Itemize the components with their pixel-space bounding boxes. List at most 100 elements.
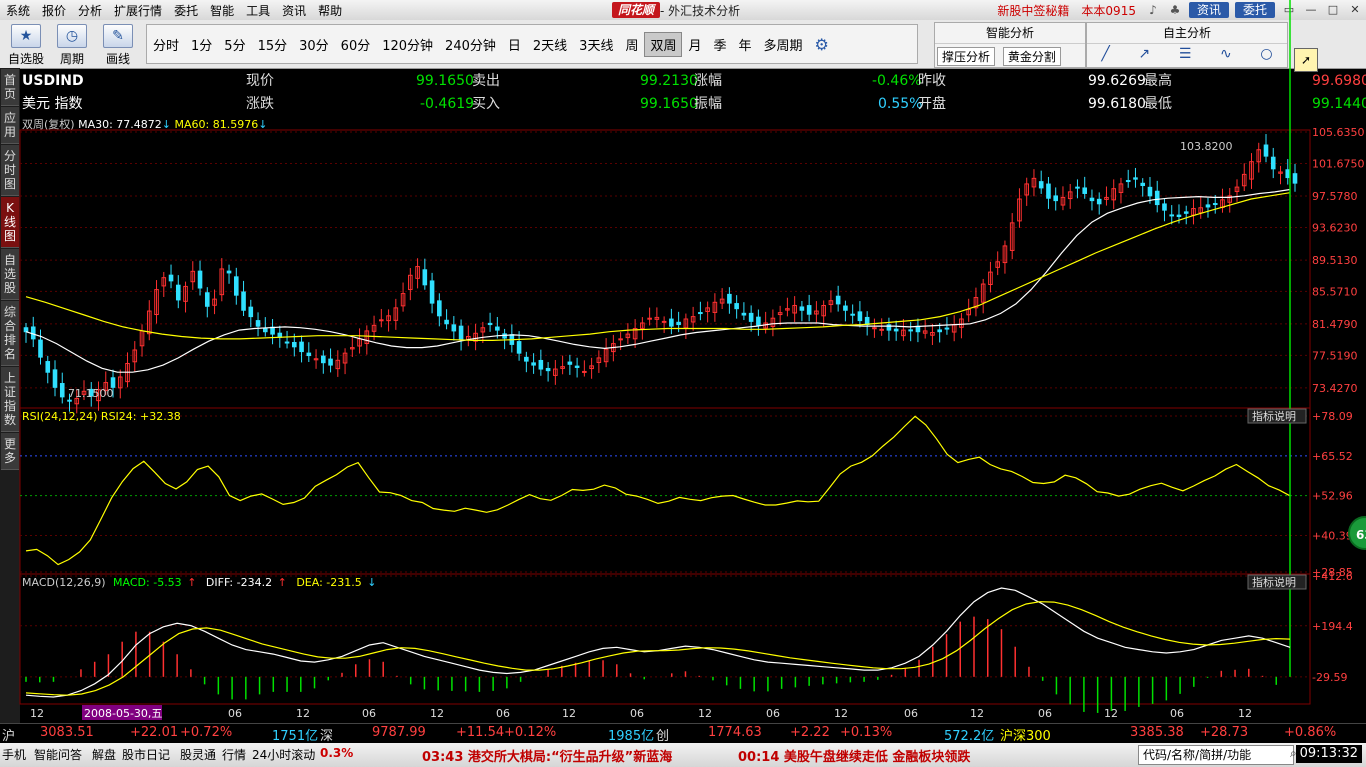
candle-body <box>806 305 812 315</box>
time-tick: 12 <box>562 707 576 720</box>
stock-link[interactable]: 股灵通 <box>180 746 216 763</box>
candle-body <box>197 270 203 289</box>
macd-panel-frame <box>19 573 1311 705</box>
macd-legend: MACD(12,26,9) MACD: -5.53 ↑ DIFF: -234.2… <box>22 576 376 589</box>
diff-value: DIFF: -234.2 <box>206 576 272 589</box>
candle-body <box>233 276 239 296</box>
candle-body <box>458 325 464 341</box>
candle-body <box>741 312 747 316</box>
macd-value: MACD: -5.53 <box>113 576 182 589</box>
candle-body <box>52 369 58 388</box>
time-tick: 06 <box>630 707 644 720</box>
candle-body <box>168 274 174 282</box>
candle-body <box>306 352 312 357</box>
candle-body <box>328 358 333 366</box>
time-tick: 06 <box>1170 707 1184 720</box>
sh-value: 3083.51 <box>40 725 94 740</box>
candle-body <box>944 327 950 330</box>
candle-body <box>937 329 942 333</box>
time-tick: 12 <box>1104 707 1118 720</box>
candle-body <box>321 355 326 364</box>
candle-body <box>204 292 210 307</box>
sh-change: +22.01 <box>130 725 179 740</box>
ma30-line <box>25 188 1291 373</box>
sz-value: 9787.99 <box>372 725 426 740</box>
candle-body <box>1162 203 1167 211</box>
price-tick: 97.5780 <box>1312 190 1358 203</box>
dea-line <box>25 601 1291 696</box>
sh-volume: 1751亿 <box>272 729 319 744</box>
candle-body <box>110 377 116 388</box>
candle-body <box>1075 186 1080 189</box>
quote-link[interactable]: 行情 <box>222 746 246 763</box>
grid-lines <box>20 131 1310 678</box>
candle-body <box>850 313 855 316</box>
sz-change: +11.54 <box>456 725 505 740</box>
candle-body <box>843 305 848 311</box>
candle-body <box>437 300 442 317</box>
candle-body <box>574 365 580 368</box>
candle-body <box>248 306 254 318</box>
price-tick: 73.4270 <box>1312 382 1358 395</box>
candle-body <box>495 326 500 331</box>
news-ticker-1[interactable]: 03:43 港交所大棋局:“衍生品升级”新蓝海 <box>422 746 672 765</box>
smart-qa-link[interactable]: 智能问答 <box>34 746 82 763</box>
live-link[interactable]: 24小时滚动 <box>252 746 315 763</box>
candle-body <box>545 367 551 372</box>
clock: 09:13:32 <box>1295 745 1362 763</box>
cy-volume: 572.2亿 <box>944 729 995 744</box>
price-tick: 81.4790 <box>1312 318 1358 331</box>
candle-body <box>45 361 51 373</box>
candle-body <box>270 326 275 335</box>
time-tick: 06 <box>904 707 918 720</box>
candle-body <box>1154 190 1160 206</box>
candle-body <box>1183 211 1189 214</box>
candlesticks <box>23 134 1298 414</box>
mobile-link[interactable]: 手机 <box>2 746 26 763</box>
candle-body <box>422 269 428 286</box>
time-tick: 06 <box>362 707 376 720</box>
time-tick: 06 <box>766 707 780 720</box>
candle-body <box>727 293 732 304</box>
candle-body <box>872 327 877 330</box>
rsi-help-label[interactable]: 指标说明 <box>1252 409 1296 423</box>
candle-body <box>538 359 544 370</box>
time-tick: 12 <box>1238 707 1252 720</box>
hs300-value: 3385.38 <box>1130 725 1184 740</box>
rsi-lines <box>25 415 1291 566</box>
candle-body <box>698 312 703 315</box>
candle-body <box>1133 177 1138 180</box>
candle-body <box>23 327 29 333</box>
candle-body <box>444 319 449 325</box>
candle-body <box>669 318 674 327</box>
cy-value: 1774.63 <box>708 725 762 740</box>
candle-body <box>1292 173 1298 184</box>
time-tick: 06 <box>1038 707 1052 720</box>
candle-body <box>1096 198 1102 205</box>
bottom-bar: 手机 智能问答 解盘 股市日记 股灵通 行情 24小时滚动 0.3% 03:43… <box>0 743 1366 767</box>
chart-area[interactable]: 105.6350 101.6750 97.5780 93.6230 89.5130 85.… <box>0 0 1366 723</box>
candle-body <box>59 383 65 398</box>
diary-link[interactable]: 股市日记 <box>122 746 170 763</box>
news-ticker-2[interactable]: 00:14 美股午盘继续走低 金融板块领跌 <box>738 746 970 765</box>
candle-body <box>799 306 805 311</box>
macd-help-label[interactable]: 指标说明 <box>1252 575 1296 589</box>
candle-body <box>756 316 761 326</box>
candle-body <box>1038 181 1044 189</box>
code-search-input[interactable]: 代码/名称/简拼/功能 <box>1138 745 1294 765</box>
time-tick: 12 <box>430 707 444 720</box>
unlock-link[interactable]: 解盘 <box>92 746 116 763</box>
macd-name: MACD(12,26,9) <box>22 576 106 589</box>
hs300-label: 沪深300 <box>1000 729 1051 744</box>
candle-body <box>1140 182 1146 187</box>
candle-body <box>1263 144 1269 157</box>
high-annotation: 103.8200 <box>1180 140 1233 153</box>
dea-down-icon: ↓ <box>367 576 376 589</box>
sz-pct: +0.12% <box>504 725 557 740</box>
macd-tick: -29.59 <box>1312 671 1347 684</box>
candle-body <box>1147 186 1153 197</box>
candle-body <box>429 280 435 304</box>
sh-pct: +0.72% <box>180 725 233 740</box>
time-tick: 12 <box>834 707 848 720</box>
candle-body <box>661 320 667 323</box>
